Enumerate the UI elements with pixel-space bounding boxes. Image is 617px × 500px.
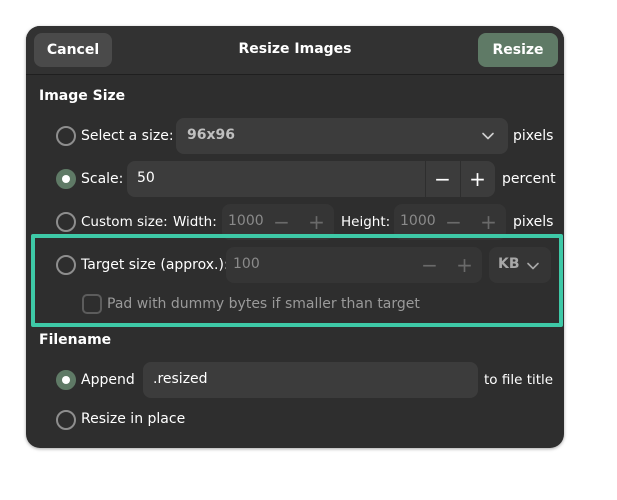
scale-input[interactable]: 50 bbox=[137, 170, 155, 186]
target-size-input[interactable]: 100 bbox=[233, 256, 260, 272]
target-size-increment-button[interactable]: + bbox=[447, 247, 482, 283]
custom-size-label: Custom size: bbox=[81, 214, 168, 230]
resize-button[interactable]: Resize bbox=[478, 33, 558, 67]
width-increment-button[interactable]: + bbox=[299, 204, 334, 240]
width-spinbutton[interactable]: 1000 − + bbox=[222, 204, 334, 240]
image-size-heading: Image Size bbox=[39, 88, 126, 104]
scale-radio[interactable] bbox=[56, 169, 76, 189]
target-size-radio[interactable] bbox=[56, 255, 76, 275]
height-increment-button[interactable]: + bbox=[471, 204, 506, 240]
width-decrement-button[interactable]: − bbox=[264, 204, 299, 240]
scale-increment-button[interactable]: + bbox=[460, 161, 495, 197]
height-decrement-button[interactable]: − bbox=[436, 204, 471, 240]
select-size-label: Select a size: bbox=[81, 128, 174, 144]
chevron-down-icon bbox=[481, 128, 495, 147]
pad-dummy-bytes-checkbox[interactable] bbox=[82, 294, 102, 314]
append-radio[interactable] bbox=[56, 370, 76, 390]
resize-images-dialog: Cancel Resize Images Resize Image Size S… bbox=[26, 26, 564, 448]
size-dropdown-value: 96x96 bbox=[187, 127, 235, 143]
append-suffix: to file title bbox=[484, 372, 554, 388]
unit-dropdown-value: KB bbox=[498, 256, 520, 272]
height-label: Height: bbox=[341, 214, 391, 230]
target-size-decrement-button[interactable]: − bbox=[412, 247, 447, 283]
unit-dropdown[interactable]: KB bbox=[489, 247, 551, 283]
append-input-field[interactable]: .resized bbox=[143, 362, 478, 398]
size-dropdown[interactable]: 96x96 bbox=[176, 118, 508, 154]
resize-in-place-label: Resize in place bbox=[81, 411, 186, 427]
height-spinbutton[interactable]: 1000 − + bbox=[394, 204, 506, 240]
target-size-spinbutton[interactable]: 100 − + bbox=[226, 247, 482, 283]
scale-spinbutton[interactable]: 50 − + bbox=[127, 161, 495, 197]
chevron-down-icon bbox=[526, 258, 540, 277]
append-input[interactable]: .resized bbox=[153, 371, 208, 387]
select-size-suffix: pixels bbox=[513, 128, 554, 144]
pad-dummy-bytes-label: Pad with dummy bytes if smaller than tar… bbox=[107, 296, 420, 312]
custom-size-radio[interactable] bbox=[56, 212, 76, 232]
scale-decrement-button[interactable]: − bbox=[425, 161, 460, 197]
width-label: Width: bbox=[173, 214, 217, 230]
custom-size-suffix: pixels bbox=[513, 214, 554, 230]
scale-label: Scale: bbox=[81, 171, 124, 187]
resize-in-place-radio[interactable] bbox=[56, 410, 76, 430]
select-size-radio[interactable] bbox=[56, 126, 76, 146]
filename-heading: Filename bbox=[39, 332, 112, 348]
width-input[interactable]: 1000 bbox=[228, 213, 264, 229]
height-input[interactable]: 1000 bbox=[400, 213, 436, 229]
scale-suffix: percent bbox=[502, 171, 556, 187]
header-bar: Cancel Resize Images Resize bbox=[26, 26, 564, 75]
target-size-label: Target size (approx.): bbox=[81, 257, 229, 273]
append-label: Append bbox=[81, 372, 135, 388]
